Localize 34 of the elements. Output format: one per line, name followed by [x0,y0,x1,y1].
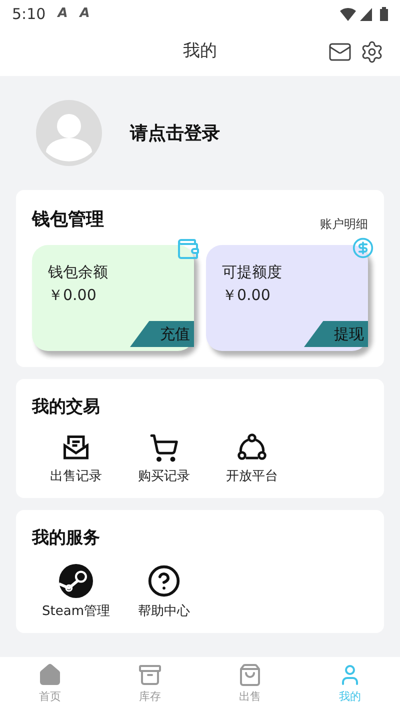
bag-icon [238,662,262,687]
menu-item[interactable]: 购买记录 [120,432,208,486]
section-title: 我的交易 [32,396,101,419]
steam-logo-icon [59,564,93,598]
settings-button[interactable] [360,40,384,64]
menu-item[interactable]: Steam管理 [32,564,120,621]
balance-label: 钱包余额 [48,262,109,283]
notification-icon: A [58,4,68,24]
page-title: 我的 [183,40,217,64]
menu-item[interactable]: 出售记录 [32,432,120,486]
cart-icon [149,432,179,462]
section-title: 钱包管理 [32,208,104,232]
section-title: 我的服务 [32,527,101,550]
archive-icon [138,662,162,687]
battery-icon [380,7,388,21]
notification-icon: A [80,4,90,24]
account-details-link[interactable]: 账户明细 [320,215,368,233]
help-icon [147,564,181,598]
share-icon [237,432,267,462]
status-time: 5:10 [12,4,46,25]
currency-icon [352,237,374,259]
menu-item[interactable]: 帮助中心 [120,564,208,621]
action-button[interactable]: 提现 [304,321,368,347]
home-icon [38,662,62,687]
signal-icon [360,8,372,20]
balance-label: 可提额度 [222,262,283,283]
login-link[interactable]: 请点击登录 [130,120,220,146]
menu-item[interactable]: 开放平台 [208,432,296,486]
wifi-icon [340,7,356,21]
action-button[interactable]: 充值 [130,321,194,347]
balance-amount: ￥0.00 [222,284,272,306]
wallet-icon [176,237,200,261]
balance-amount: ￥0.00 [48,284,98,306]
avatar-icon [36,100,102,166]
